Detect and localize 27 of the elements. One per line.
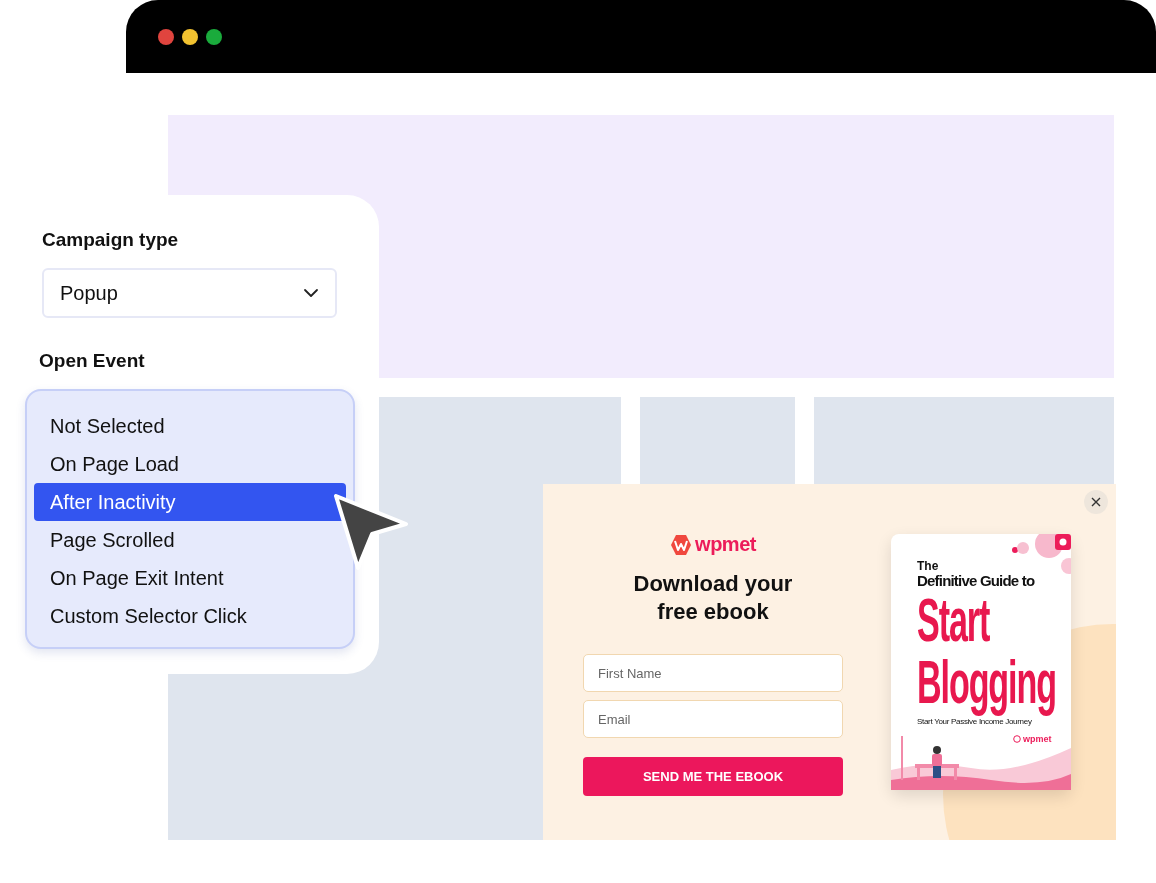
dropdown-option[interactable]: Custom Selector Click [34,597,346,635]
campaign-type-select[interactable]: Popup [42,268,337,318]
chevron-down-icon [303,288,319,298]
logo-icon [670,533,693,556]
close-button[interactable] [1084,490,1108,514]
input-field[interactable]: Email [583,700,843,738]
book-kicker: The [917,560,940,572]
dropdown-option[interactable]: Not Selected [34,407,346,445]
dropdown-option[interactable]: Page Scrolled [34,521,346,559]
dropdown-option[interactable]: After Inactivity [34,483,346,521]
brand-name: wpmet [695,533,756,556]
field-label: Open Event [39,350,146,372]
window-control-dot[interactable] [182,28,198,45]
window-control-dot[interactable] [158,28,174,45]
book-title: Definitive Guide to [917,572,1036,589]
book-subtitle: Start Your Passive Income Journey [917,717,1032,726]
dropdown-option[interactable]: On Page Exit Intent [34,559,346,597]
submit-button[interactable]: SEND ME THE EBOOK [583,757,843,796]
field-label: Campaign type [42,229,180,251]
popup-heading: Download your free ebook [632,570,794,626]
brand-icon [1013,735,1021,743]
window-control-dot[interactable] [206,28,222,45]
book-brand: wpmet [1023,734,1052,744]
dropdown-option[interactable]: On Page Load [34,445,346,483]
close-icon [1091,497,1101,507]
book-title-large: Start [917,589,990,651]
input-field[interactable]: First Name [583,654,843,692]
